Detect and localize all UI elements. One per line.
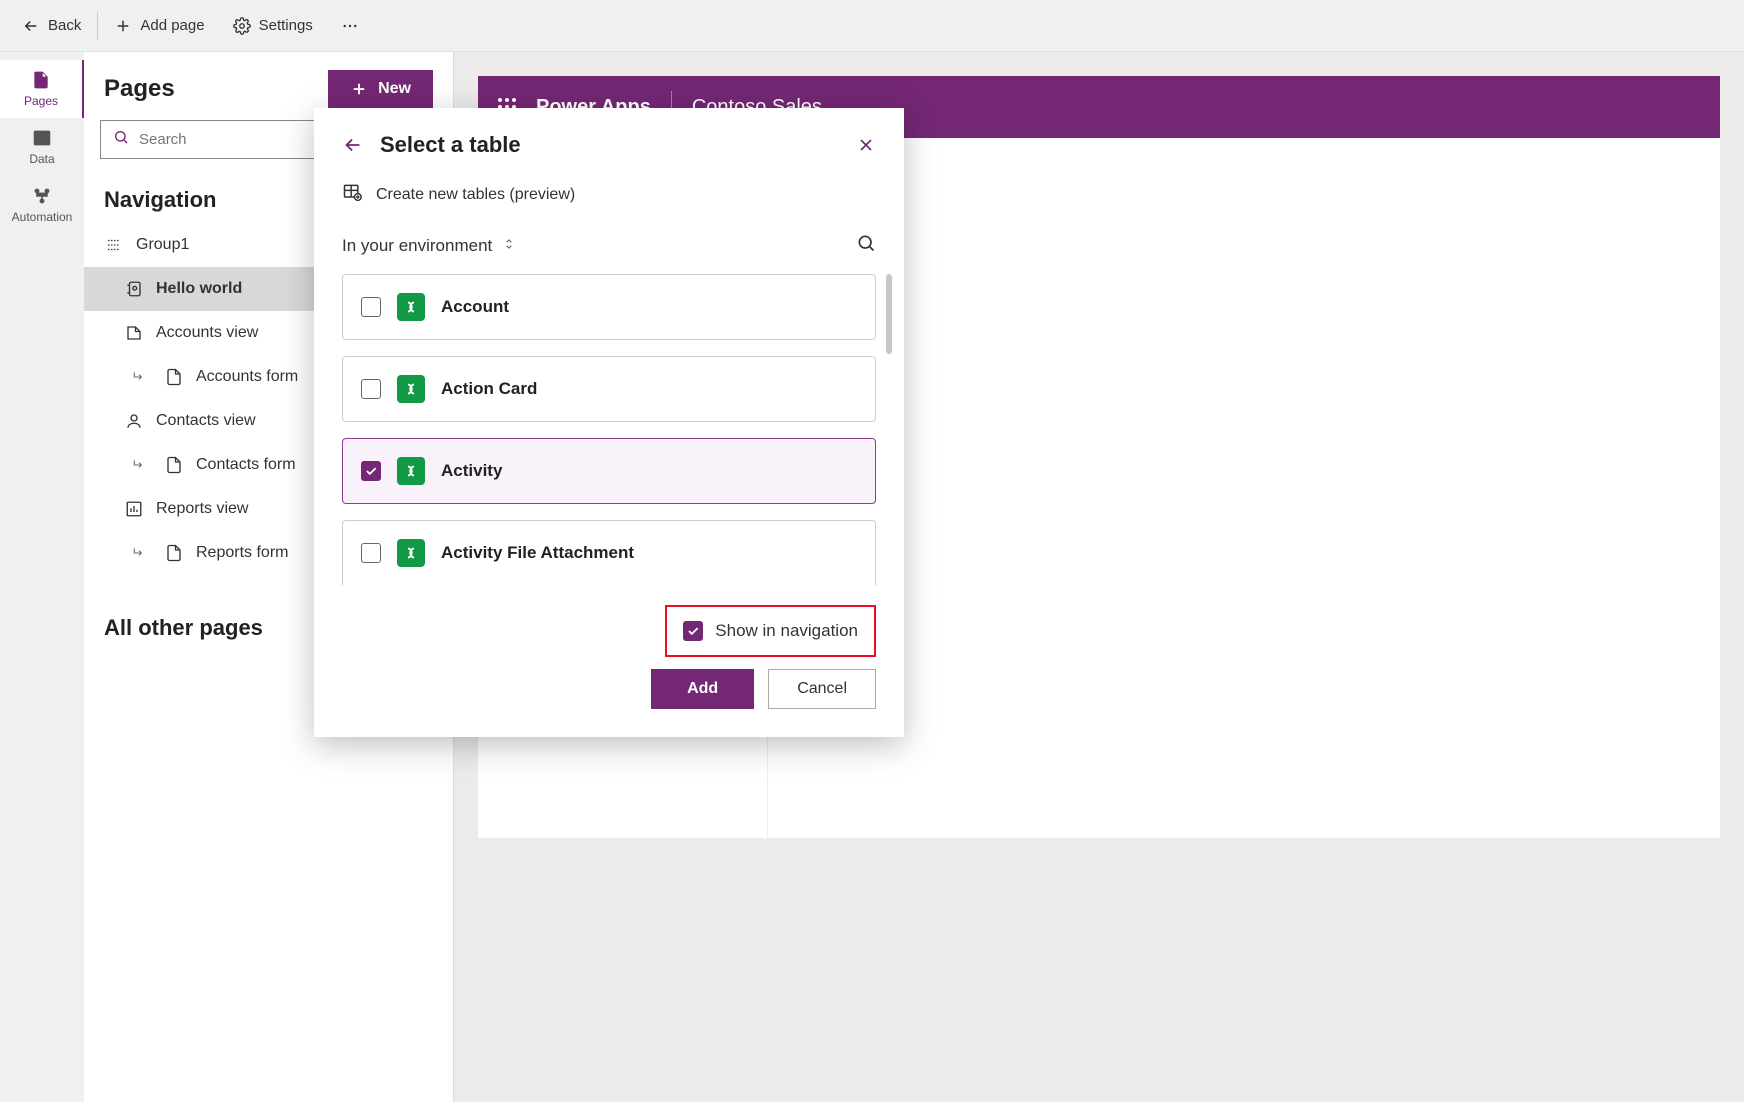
person-icon bbox=[124, 411, 144, 431]
sort-icon bbox=[502, 236, 516, 256]
arrow-left-icon bbox=[22, 17, 40, 35]
new-label: New bbox=[378, 80, 411, 98]
form-icon bbox=[164, 367, 184, 387]
dialog-title: Select a table bbox=[380, 132, 840, 158]
table-card-activity-file-attachment[interactable]: Activity File Attachment bbox=[342, 520, 876, 585]
table-name: Account bbox=[441, 297, 509, 317]
plus-icon bbox=[114, 17, 132, 35]
show-nav-checkbox[interactable] bbox=[683, 621, 703, 641]
rail-item-automation[interactable]: Automation bbox=[0, 176, 84, 234]
rail-label: Data bbox=[29, 152, 54, 166]
add-page-label: Add page bbox=[140, 17, 204, 34]
checkbox[interactable] bbox=[361, 297, 381, 317]
table-card-action-card[interactable]: Action Card bbox=[342, 356, 876, 422]
ellipsis-icon bbox=[341, 17, 359, 35]
back-label: Back bbox=[48, 17, 81, 34]
view-icon bbox=[124, 323, 144, 343]
nav-label: Hello world bbox=[156, 280, 242, 298]
sub-arrow-icon bbox=[130, 544, 148, 562]
new-button[interactable]: New bbox=[328, 70, 433, 108]
gear-icon bbox=[233, 17, 251, 35]
checkbox[interactable] bbox=[361, 461, 381, 481]
dataverse-icon bbox=[397, 293, 425, 321]
dialog-close-button[interactable] bbox=[856, 135, 876, 155]
nav-label: Accounts view bbox=[156, 324, 258, 342]
environment-selector[interactable]: In your environment bbox=[342, 236, 516, 256]
checkbox[interactable] bbox=[361, 379, 381, 399]
dataverse-icon bbox=[397, 375, 425, 403]
add-page-button[interactable]: Add page bbox=[100, 9, 218, 43]
nav-label: Contacts form bbox=[196, 456, 296, 474]
add-button[interactable]: Add bbox=[651, 669, 754, 709]
nav-label: Reports view bbox=[156, 500, 248, 518]
checkbox[interactable] bbox=[361, 543, 381, 563]
panel-title: Pages bbox=[104, 75, 175, 103]
back-button[interactable]: Back bbox=[8, 9, 95, 43]
select-table-dialog: Select a table Create new tables (previe… bbox=[314, 108, 904, 737]
table-name: Activity bbox=[441, 461, 502, 481]
sub-arrow-icon bbox=[130, 368, 148, 386]
create-new-label: Create new tables (preview) bbox=[376, 186, 575, 204]
form-icon bbox=[164, 543, 184, 563]
settings-button[interactable]: Settings bbox=[219, 9, 327, 43]
table-card-account[interactable]: Account bbox=[342, 274, 876, 340]
nav-label: Reports form bbox=[196, 544, 288, 562]
page-icon bbox=[31, 70, 51, 90]
nav-label: Group1 bbox=[136, 236, 189, 254]
search-icon bbox=[113, 129, 129, 150]
table-name: Activity File Attachment bbox=[441, 543, 634, 563]
show-nav-label: Show in navigation bbox=[715, 621, 858, 641]
form-icon bbox=[164, 455, 184, 475]
table-name: Action Card bbox=[441, 379, 537, 399]
cancel-button[interactable]: Cancel bbox=[768, 669, 876, 709]
env-label-text: In your environment bbox=[342, 236, 492, 256]
dataverse-icon bbox=[397, 457, 425, 485]
table-card-activity[interactable]: Activity bbox=[342, 438, 876, 504]
nav-label: Accounts form bbox=[196, 368, 298, 386]
toolbar-divider bbox=[97, 12, 98, 40]
top-toolbar: Back Add page Settings bbox=[0, 0, 1744, 52]
show-in-navigation-row[interactable]: Show in navigation bbox=[665, 605, 876, 657]
rail-item-pages[interactable]: Pages bbox=[0, 60, 84, 118]
left-rail: Pages Data Automation bbox=[0, 52, 84, 1102]
dialog-back-button[interactable] bbox=[342, 134, 364, 156]
rail-label: Pages bbox=[24, 94, 58, 108]
settings-label: Settings bbox=[259, 17, 313, 34]
dataverse-icon bbox=[397, 539, 425, 567]
rail-label: Automation bbox=[12, 210, 73, 224]
rail-item-data[interactable]: Data bbox=[0, 118, 84, 176]
table-list: Account Action Card Activity Activity Fi… bbox=[314, 274, 904, 605]
more-button[interactable] bbox=[327, 9, 373, 43]
table-icon bbox=[32, 128, 52, 148]
scrollbar[interactable] bbox=[886, 274, 892, 354]
dialog-search-button[interactable] bbox=[856, 233, 876, 258]
custom-page-icon bbox=[124, 279, 144, 299]
table-plus-icon bbox=[342, 182, 362, 207]
sub-arrow-icon bbox=[130, 456, 148, 474]
nav-label: Contacts view bbox=[156, 412, 256, 430]
flow-icon bbox=[32, 186, 52, 206]
group-icon bbox=[104, 235, 124, 255]
create-new-tables-link[interactable]: Create new tables (preview) bbox=[314, 172, 904, 225]
chart-icon bbox=[124, 499, 144, 519]
